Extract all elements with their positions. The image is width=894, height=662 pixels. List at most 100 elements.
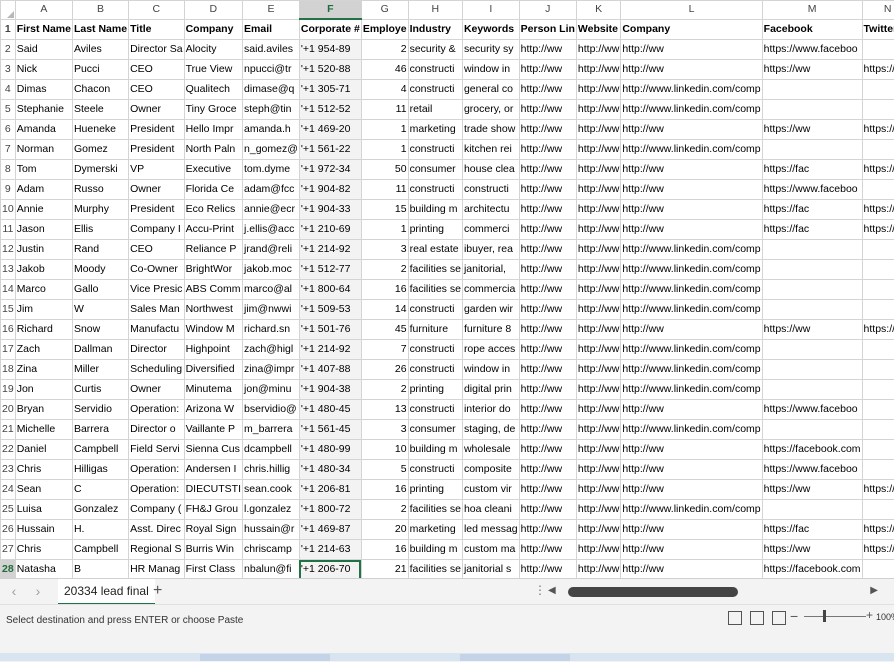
cell[interactable]: '+1 214-92 [299, 240, 361, 260]
cell[interactable]: marketing [408, 120, 462, 140]
row-header[interactable]: 25 [1, 500, 16, 520]
cell[interactable] [862, 300, 894, 320]
cell[interactable]: facilities se [408, 260, 462, 280]
cell[interactable] [862, 380, 894, 400]
cell[interactable]: constructi [408, 400, 462, 420]
cell[interactable]: Sales Man [129, 300, 185, 320]
cell[interactable]: '+1 561-22 [299, 140, 361, 160]
cell[interactable]: Justin [15, 240, 72, 260]
cell[interactable]: https://www.faceboo [762, 40, 862, 60]
cell[interactable] [762, 240, 862, 260]
sheet-tab-active[interactable]: 20334 lead final [58, 579, 155, 605]
cell[interactable]: house clea [462, 160, 519, 180]
cell[interactable]: http://www.linkedin.com/comp [621, 80, 762, 100]
cell[interactable]: Co-Owner [129, 260, 185, 280]
header-cell[interactable]: Employe [361, 19, 408, 40]
cell[interactable]: http://ww [519, 340, 576, 360]
cell[interactable]: 3 [361, 240, 408, 260]
row-header[interactable]: 13 [1, 260, 16, 280]
cell[interactable]: FH&J Grou [184, 500, 242, 520]
column-header-b[interactable]: B [72, 1, 128, 20]
cell[interactable]: Accu-Print [184, 220, 242, 240]
cell[interactable]: real estate [408, 240, 462, 260]
row-header[interactable]: 21 [1, 420, 16, 440]
cell[interactable]: Director Sa [129, 40, 185, 60]
cell[interactable]: 3 [361, 420, 408, 440]
cell[interactable]: Norman [15, 140, 72, 160]
cell[interactable]: http://ww [576, 480, 620, 500]
cell[interactable]: https://fac [762, 220, 862, 240]
cell[interactable]: Said [15, 40, 72, 60]
row-header[interactable]: 7 [1, 140, 16, 160]
cell[interactable]: http://ww [576, 240, 620, 260]
cell[interactable]: Hueneke [72, 120, 128, 140]
cell[interactable]: https://fac [762, 520, 862, 540]
header-cell[interactable]: Twitter Ur [862, 19, 894, 40]
cell[interactable]: Russo [72, 180, 128, 200]
cell[interactable]: zach@higl [243, 340, 300, 360]
cell[interactable]: '+1 214-92 [299, 340, 361, 360]
cell[interactable]: Tiny Groce [184, 100, 242, 120]
column-header-c[interactable]: C [129, 1, 185, 20]
cell[interactable]: general co [462, 80, 519, 100]
cell[interactable]: Arizona W [184, 400, 242, 420]
cell[interactable]: window in [462, 360, 519, 380]
cell[interactable]: http://www.linkedin.com/comp [621, 140, 762, 160]
cell[interactable]: http://ww [519, 400, 576, 420]
cell[interactable]: Owner [129, 100, 185, 120]
cell[interactable]: 13 [361, 400, 408, 420]
cell[interactable]: VP [129, 160, 185, 180]
header-cell[interactable]: Corporate # [299, 19, 361, 40]
cell[interactable]: Tom [15, 160, 72, 180]
cell[interactable]: constructi [408, 340, 462, 360]
cell[interactable]: 2 [361, 500, 408, 520]
cell[interactable]: Nick [15, 60, 72, 80]
cell[interactable]: constructi [408, 460, 462, 480]
cell[interactable]: http://ww [576, 260, 620, 280]
cell[interactable]: Miller [72, 360, 128, 380]
cell[interactable]: 26 [361, 360, 408, 380]
cell[interactable]: 50 [361, 160, 408, 180]
cell[interactable] [762, 300, 862, 320]
cell[interactable]: http://ww [519, 100, 576, 120]
cell[interactable]: Owner [129, 180, 185, 200]
cell[interactable] [862, 100, 894, 120]
cell[interactable]: http://www.linkedin.com/comp [621, 300, 762, 320]
normal-view-icon[interactable] [728, 611, 742, 625]
cell[interactable]: Window M [184, 320, 242, 340]
cell[interactable]: '+1 305-71 [299, 80, 361, 100]
cell[interactable]: 21 [361, 560, 408, 579]
cell[interactable]: https://ww [762, 60, 862, 80]
cell[interactable]: '+1 520-88 [299, 60, 361, 80]
page-layout-view-icon[interactable] [750, 611, 764, 625]
cell[interactable]: https://tw [862, 520, 894, 540]
cell[interactable]: http://ww [621, 320, 762, 340]
cell[interactable]: '+1 469-87 [299, 520, 361, 540]
tab-splitter-handle[interactable]: ⋮ [534, 583, 546, 597]
cell[interactable]: Asst. Direc [129, 520, 185, 540]
cell[interactable]: http://ww [519, 60, 576, 80]
cell[interactable]: Florida Ce [184, 180, 242, 200]
cell[interactable]: '+1 800-64 [299, 280, 361, 300]
cell[interactable] [862, 560, 894, 579]
cell[interactable]: http://www.linkedin.com/comp [621, 260, 762, 280]
cell[interactable]: True View [184, 60, 242, 80]
cell[interactable]: architectu [462, 200, 519, 220]
row-header[interactable]: 5 [1, 100, 16, 120]
cell[interactable]: https://tw [862, 220, 894, 240]
row-header[interactable]: 27 [1, 540, 16, 560]
cell[interactable]: security & [408, 40, 462, 60]
cell[interactable]: B [72, 560, 128, 579]
cell[interactable]: http://ww [621, 400, 762, 420]
cell[interactable]: Jakob [15, 260, 72, 280]
cell[interactable]: composite [462, 460, 519, 480]
cell[interactable]: '+1 210-69 [299, 220, 361, 240]
row-header[interactable]: 9 [1, 180, 16, 200]
column-header-f[interactable]: F [299, 1, 361, 20]
cell[interactable]: nbalun@fi [243, 560, 300, 579]
cell[interactable]: http://ww [621, 160, 762, 180]
cell[interactable]: http://ww [576, 500, 620, 520]
cell[interactable]: Ellis [72, 220, 128, 240]
cell[interactable]: http://ww [621, 180, 762, 200]
cell[interactable]: http://ww [519, 160, 576, 180]
